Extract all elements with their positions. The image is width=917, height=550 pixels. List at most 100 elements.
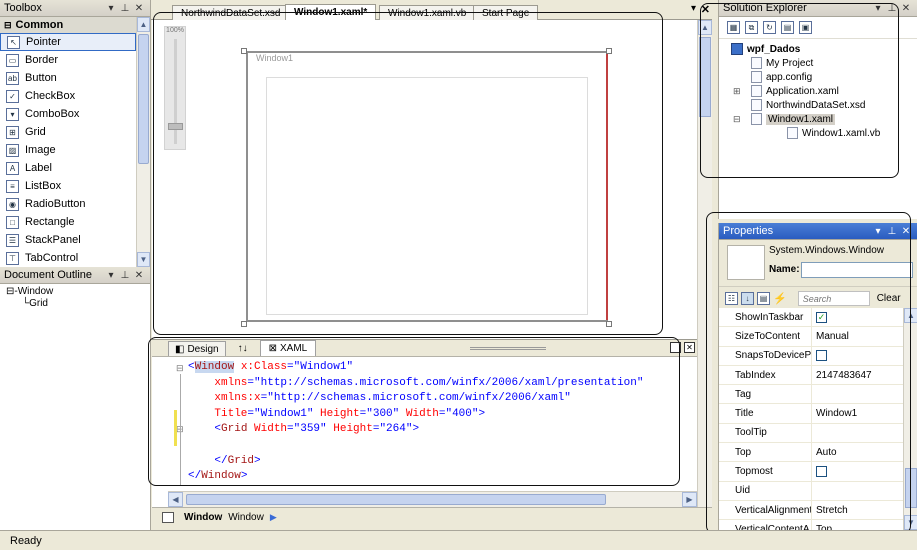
- toolbox-item[interactable]: □ Rectangle: [0, 213, 136, 231]
- toolbox-item[interactable]: ☰ StackPanel: [0, 231, 136, 249]
- property-row[interactable]: Title Window1: [719, 404, 903, 424]
- property-row[interactable]: VerticalAlignment Stretch: [719, 500, 903, 521]
- properties-view-icon[interactable]: ▤: [757, 292, 770, 305]
- solution-item[interactable]: ⊞ Application.xaml: [731, 84, 917, 98]
- property-row[interactable]: Top Auto: [719, 443, 903, 463]
- scroll-up-icon[interactable]: ▲: [137, 17, 150, 32]
- checkbox-checked-icon[interactable]: ✓: [816, 311, 827, 323]
- xaml-view-tab[interactable]: ⊠ XAML: [259, 340, 317, 356]
- property-row[interactable]: SizeToContent Manual: [719, 327, 903, 347]
- solution-item[interactable]: ⊟ Window1.xaml: [731, 112, 917, 126]
- xaml-code-editor[interactable]: <Window x:Class="Window1" xmlns="http://…: [188, 360, 697, 489]
- property-value[interactable]: [812, 385, 903, 404]
- resize-handle-bl[interactable]: [241, 321, 247, 327]
- close-document-icon[interactable]: ✕: [701, 3, 710, 16]
- dropdown-icon[interactable]: ▾: [871, 226, 885, 237]
- breadcrumb-type[interactable]: Window: [228, 512, 264, 523]
- toolbox-item[interactable]: ▨ Image: [0, 141, 136, 159]
- property-value[interactable]: [812, 462, 903, 481]
- grid-preview[interactable]: [266, 77, 588, 315]
- property-row[interactable]: Uid: [719, 481, 903, 501]
- window-preview[interactable]: Window1: [246, 51, 608, 322]
- property-value[interactable]: Top: [812, 520, 903, 530]
- tab-start-page[interactable]: Start Page: [473, 5, 539, 20]
- toolbox-item[interactable]: ↖ Pointer: [0, 33, 136, 51]
- checkbox-icon[interactable]: [816, 350, 827, 362]
- tab-northwind-dataset[interactable]: NorthwindDataSet.xsd: [172, 5, 290, 20]
- split-horizontal-icon[interactable]: [670, 342, 681, 353]
- zoom-slider[interactable]: 100%: [164, 26, 186, 150]
- project-node[interactable]: wpf_Dados: [731, 42, 917, 56]
- design-view-tab[interactable]: ◧ Design: [168, 341, 226, 356]
- refresh-icon[interactable]: ↻: [763, 21, 776, 34]
- outline-node-grid[interactable]: └Grid: [0, 298, 150, 312]
- splitter-grip[interactable]: [470, 347, 546, 350]
- pin-icon[interactable]: ⊥: [885, 3, 899, 14]
- solution-item[interactable]: My Project: [731, 56, 917, 70]
- scroll-down-icon[interactable]: ▼: [904, 515, 917, 530]
- property-value[interactable]: Auto: [812, 443, 903, 462]
- design-surface[interactable]: 100% Window1: [152, 20, 697, 339]
- resize-handle-tl[interactable]: [241, 48, 247, 54]
- dropdown-icon[interactable]: ▾: [104, 270, 118, 281]
- resize-handle-tr[interactable]: [606, 48, 612, 54]
- property-row[interactable]: SnapsToDevicePi...: [719, 346, 903, 366]
- scroll-up-icon[interactable]: ▲: [698, 20, 712, 35]
- close-icon[interactable]: ✕: [132, 3, 146, 14]
- property-value[interactable]: Window1: [812, 404, 903, 423]
- property-value[interactable]: [812, 423, 903, 443]
- scroll-thumb[interactable]: [186, 494, 606, 505]
- dropdown-icon[interactable]: ▾: [104, 3, 118, 14]
- outline-node-window[interactable]: ⊟-Window: [0, 284, 150, 298]
- breadcrumb-element[interactable]: Window: [184, 512, 222, 523]
- expander-icon[interactable]: ⊞: [733, 86, 747, 97]
- name-input[interactable]: [801, 262, 913, 278]
- scroll-up-icon[interactable]: ▲: [904, 308, 917, 323]
- collapse-window-icon[interactable]: ⊟: [176, 363, 184, 374]
- toolbox-item[interactable]: ▭ Border: [0, 51, 136, 69]
- pin-icon[interactable]: ⊥: [885, 226, 899, 237]
- swap-panes-button[interactable]: ↑↓: [228, 341, 258, 356]
- property-row[interactable]: TabIndex 2147483647: [719, 365, 903, 386]
- close-icon[interactable]: ✕: [132, 270, 146, 281]
- scroll-right-icon[interactable]: ▶: [682, 492, 697, 507]
- toolbox-item[interactable]: ⊞ Grid: [0, 123, 136, 141]
- toolbox-item[interactable]: ✓ CheckBox: [0, 87, 136, 105]
- property-value[interactable]: [812, 346, 903, 365]
- property-value[interactable]: [812, 481, 903, 500]
- dropdown-icon[interactable]: ▾: [871, 3, 885, 14]
- property-value[interactable]: 2147483647: [812, 365, 903, 385]
- tab-dropdown-icon[interactable]: ▾: [691, 3, 696, 14]
- toolbox-item[interactable]: ≡ ListBox: [0, 177, 136, 195]
- property-row[interactable]: ToolTip: [719, 423, 903, 444]
- scroll-thumb[interactable]: [699, 37, 711, 117]
- show-all-files-icon[interactable]: ⧉: [745, 21, 758, 34]
- close-icon[interactable]: ✕: [899, 226, 913, 237]
- pin-icon[interactable]: ⊥: [118, 270, 132, 281]
- toolbox-item[interactable]: ◉ RadioButton: [0, 195, 136, 213]
- scroll-thumb[interactable]: [138, 34, 149, 164]
- property-row[interactable]: VerticalContentA... Top: [719, 520, 903, 530]
- alphabetical-icon[interactable]: ↓: [741, 292, 754, 305]
- toolbox-scrollbar[interactable]: ▲ ▼: [136, 17, 150, 267]
- toolbox-item[interactable]: ab Button: [0, 69, 136, 87]
- property-value[interactable]: Stretch: [812, 500, 903, 520]
- tab-window1-xaml-vb[interactable]: Window1.xaml.vb: [379, 5, 476, 20]
- clear-button[interactable]: Clear: [877, 293, 901, 304]
- events-icon[interactable]: ⚡: [773, 292, 787, 305]
- editor-vertical-scrollbar[interactable]: ▲: [697, 20, 712, 507]
- properties-scrollbar[interactable]: ▲ ▼: [903, 308, 917, 530]
- property-row[interactable]: Tag: [719, 385, 903, 405]
- solution-item[interactable]: app.config: [731, 70, 917, 84]
- scroll-left-icon[interactable]: ◀: [168, 492, 183, 507]
- properties-search-input[interactable]: [797, 291, 870, 306]
- toolbox-item[interactable]: ⊤ TabControl: [0, 249, 136, 267]
- zoom-thumb[interactable]: [168, 123, 183, 130]
- properties-icon[interactable]: ▦: [727, 21, 740, 34]
- toolbox-section-header[interactable]: ⊟ Common: [0, 17, 150, 33]
- toolbox-item[interactable]: A Label: [0, 159, 136, 177]
- property-value[interactable]: ✓: [812, 308, 903, 327]
- split-vertical-icon[interactable]: ✕: [684, 342, 695, 353]
- breadcrumb-arrow-icon[interactable]: ▶: [270, 512, 277, 523]
- view-code-icon[interactable]: ▤: [781, 21, 794, 34]
